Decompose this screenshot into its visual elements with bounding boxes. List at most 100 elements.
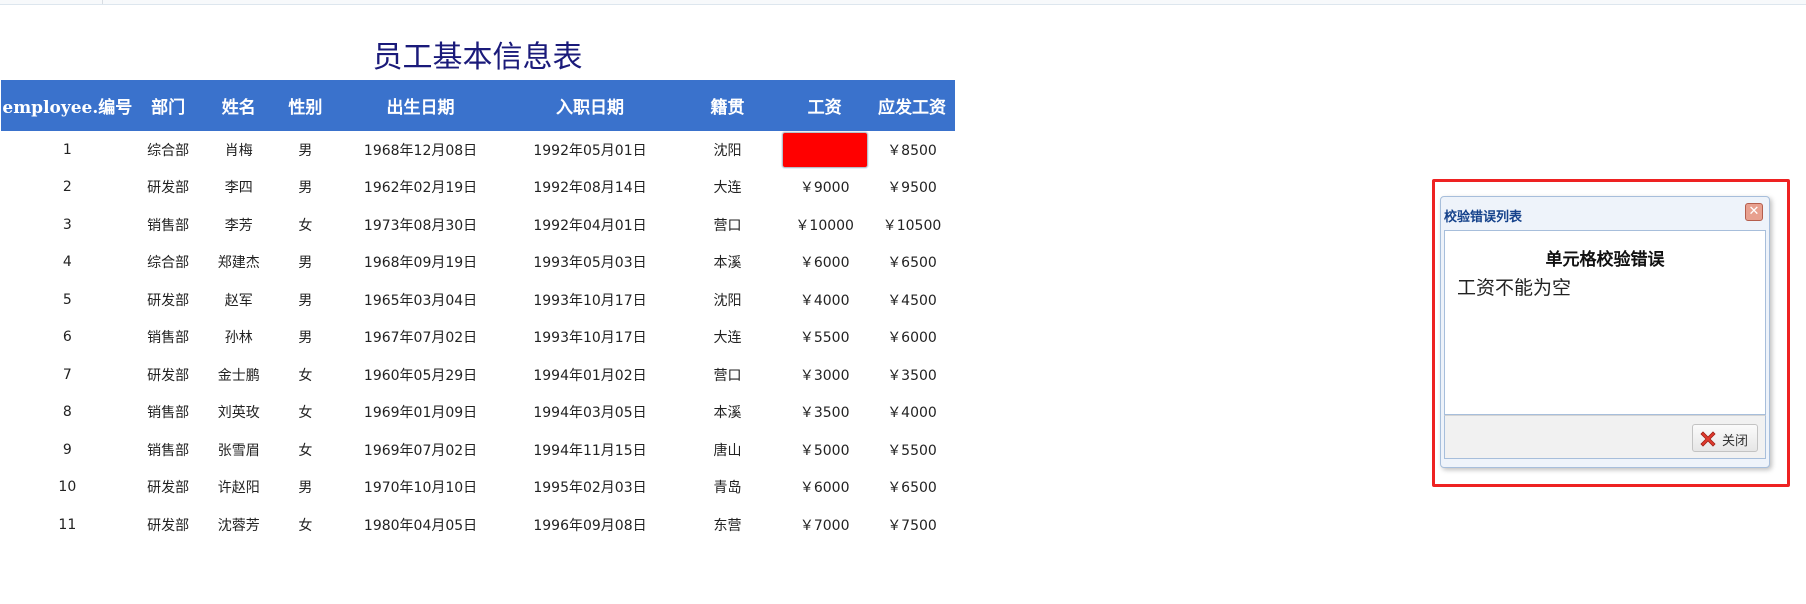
table-cell[interactable]: 1993年05月03日 bbox=[505, 244, 674, 282]
table-cell[interactable]: 营口 bbox=[675, 356, 781, 394]
table-cell[interactable]: ￥9000 bbox=[780, 169, 869, 207]
table-cell[interactable]: 男 bbox=[275, 131, 336, 169]
table-cell[interactable]: 青岛 bbox=[675, 469, 781, 507]
table-cell[interactable]: 营口 bbox=[675, 206, 781, 244]
table-cell[interactable]: 1992年04月01日 bbox=[505, 206, 674, 244]
table-cell[interactable]: ￥6500 bbox=[869, 469, 955, 507]
table-cell[interactable]: 1992年05月01日 bbox=[505, 131, 674, 169]
table-cell[interactable]: 许赵阳 bbox=[203, 469, 275, 507]
table-cell[interactable]: 大连 bbox=[675, 319, 781, 357]
column-header[interactable]: 姓名 bbox=[202, 80, 275, 131]
table-cell[interactable]: 男 bbox=[275, 244, 336, 282]
table-cell[interactable]: 女 bbox=[275, 206, 336, 244]
table-cell[interactable]: 1996年09月08日 bbox=[505, 506, 674, 544]
table-cell[interactable]: 女 bbox=[275, 431, 336, 469]
table-cell[interactable]: 女 bbox=[275, 394, 336, 432]
table-cell[interactable]: ￥5500 bbox=[869, 431, 955, 469]
table-cell[interactable]: 研发部 bbox=[134, 356, 203, 394]
table-cell[interactable]: 男 bbox=[275, 469, 336, 507]
table-cell[interactable]: 销售部 bbox=[134, 319, 203, 357]
table-cell[interactable]: ￥10000 bbox=[780, 206, 869, 244]
table-cell[interactable]: 6 bbox=[1, 319, 134, 357]
invalid-cell-highlight[interactable] bbox=[781, 131, 868, 168]
table-cell[interactable]: ￥9500 bbox=[869, 169, 955, 207]
table-cell[interactable]: 金士鹏 bbox=[203, 356, 275, 394]
table-cell[interactable]: ￥8500 bbox=[869, 131, 955, 169]
table-cell[interactable]: ￥3500 bbox=[869, 356, 955, 394]
table-cell[interactable]: ￥4000 bbox=[869, 394, 955, 432]
table-cell[interactable]: ￥6500 bbox=[869, 244, 955, 282]
table-cell[interactable]: 3 bbox=[1, 206, 134, 244]
table-cell[interactable]: ￥4500 bbox=[869, 281, 955, 319]
table-cell[interactable]: 赵军 bbox=[203, 281, 275, 319]
table-cell[interactable]: 1967年07月02日 bbox=[336, 319, 505, 357]
table-cell[interactable]: 男 bbox=[275, 281, 336, 319]
table-cell[interactable]: 1995年02月03日 bbox=[505, 469, 674, 507]
table-cell[interactable]: 女 bbox=[275, 356, 336, 394]
table-cell[interactable]: 唐山 bbox=[675, 431, 781, 469]
table-cell[interactable]: 研发部 bbox=[134, 506, 203, 544]
table-cell[interactable]: 刘英玫 bbox=[203, 394, 275, 432]
table-cell[interactable]: 2 bbox=[1, 169, 134, 207]
table-cell[interactable]: ￥4000 bbox=[780, 281, 869, 319]
table-cell[interactable]: ￥3500 bbox=[780, 394, 869, 432]
column-header[interactable]: 籍贯 bbox=[674, 80, 781, 131]
table-cell[interactable]: 郑建杰 bbox=[203, 244, 275, 282]
table-cell[interactable]: ￥6000 bbox=[780, 469, 869, 507]
table-cell[interactable] bbox=[780, 131, 869, 169]
table-cell[interactable]: 东营 bbox=[675, 506, 781, 544]
column-header[interactable]: 出生日期 bbox=[335, 80, 506, 131]
table-cell[interactable]: 研发部 bbox=[134, 281, 203, 319]
table-cell[interactable]: 1 bbox=[1, 131, 134, 169]
table-cell[interactable]: 肖梅 bbox=[203, 131, 275, 169]
table-cell[interactable]: 研发部 bbox=[134, 469, 203, 507]
table-cell[interactable]: ￥7000 bbox=[780, 506, 869, 544]
table-cell[interactable]: 销售部 bbox=[134, 394, 203, 432]
table-cell[interactable]: 沈阳 bbox=[675, 131, 781, 169]
table-cell[interactable]: 1968年12月08日 bbox=[336, 131, 505, 169]
table-cell[interactable]: 1992年08月14日 bbox=[505, 169, 674, 207]
table-cell[interactable]: 沈蓉芳 bbox=[203, 506, 275, 544]
table-cell[interactable]: ￥3000 bbox=[780, 356, 869, 394]
table-cell[interactable]: 5 bbox=[1, 281, 134, 319]
table-cell[interactable]: 1994年03月05日 bbox=[505, 394, 674, 432]
table-cell[interactable]: ￥6000 bbox=[780, 244, 869, 282]
table-cell[interactable]: 1994年01月02日 bbox=[505, 356, 674, 394]
column-header[interactable]: 入职日期 bbox=[505, 80, 675, 131]
table-cell[interactable]: 1994年11月15日 bbox=[505, 431, 674, 469]
table-cell[interactable]: 9 bbox=[1, 431, 134, 469]
table-cell[interactable]: 李四 bbox=[203, 169, 275, 207]
column-header[interactable]: 部门 bbox=[133, 80, 203, 131]
table-cell[interactable]: 10 bbox=[1, 469, 134, 507]
table-cell[interactable]: 8 bbox=[1, 394, 134, 432]
table-cell[interactable]: 7 bbox=[1, 356, 134, 394]
table-cell[interactable]: 销售部 bbox=[134, 206, 203, 244]
close-button[interactable]: 关闭 bbox=[1692, 424, 1758, 452]
table-cell[interactable]: 男 bbox=[275, 319, 336, 357]
table-cell[interactable]: 1993年10月17日 bbox=[505, 281, 674, 319]
table-cell[interactable]: 1980年04月05日 bbox=[336, 506, 505, 544]
table-cell[interactable]: ￥10500 bbox=[869, 206, 955, 244]
table-cell[interactable]: 男 bbox=[275, 169, 336, 207]
table-cell[interactable]: 综合部 bbox=[134, 244, 203, 282]
table-cell[interactable]: 1965年03月04日 bbox=[336, 281, 505, 319]
table-cell[interactable]: 研发部 bbox=[134, 169, 203, 207]
column-header[interactable]: 工资 bbox=[780, 80, 870, 131]
table-cell[interactable]: 1960年05月29日 bbox=[336, 356, 505, 394]
table-cell[interactable]: 综合部 bbox=[134, 131, 203, 169]
table-cell[interactable]: 大连 bbox=[675, 169, 781, 207]
table-cell[interactable]: 1968年09月19日 bbox=[336, 244, 505, 282]
table-cell[interactable]: ￥7500 bbox=[869, 506, 955, 544]
table-cell[interactable]: 1973年08月30日 bbox=[336, 206, 505, 244]
table-cell[interactable]: 李芳 bbox=[203, 206, 275, 244]
table-cell[interactable]: 1970年10月10日 bbox=[336, 469, 505, 507]
table-cell[interactable]: 1962年02月19日 bbox=[336, 169, 505, 207]
table-cell[interactable]: 1969年01月09日 bbox=[336, 394, 505, 432]
table-cell[interactable]: 沈阳 bbox=[675, 281, 781, 319]
table-cell[interactable]: 4 bbox=[1, 244, 134, 282]
table-cell[interactable]: ￥5500 bbox=[780, 319, 869, 357]
table-cell[interactable]: 女 bbox=[275, 506, 336, 544]
table-cell[interactable]: 1969年07月02日 bbox=[336, 431, 505, 469]
column-header[interactable]: employee.编号 bbox=[1, 80, 134, 131]
column-header[interactable]: 性别 bbox=[274, 80, 336, 131]
